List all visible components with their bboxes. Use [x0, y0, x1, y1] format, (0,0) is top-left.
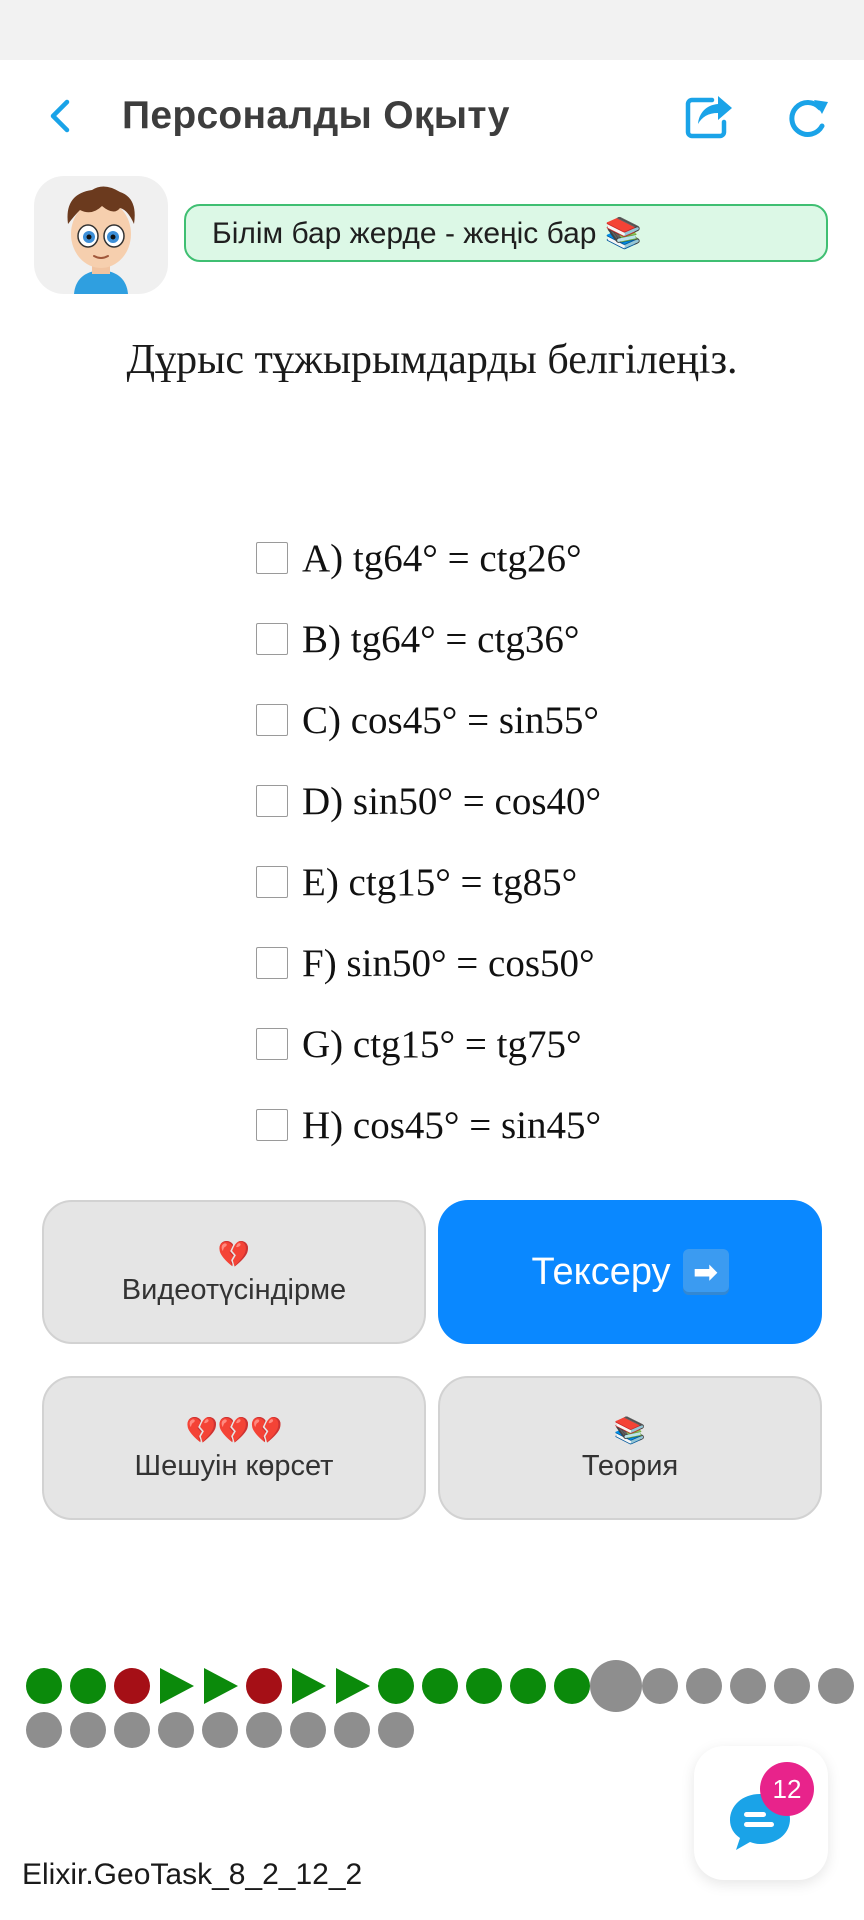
option-label: A) tg64° = ctg26°: [302, 536, 582, 580]
checkbox[interactable]: [256, 947, 288, 979]
check-label-wrap: Тексеру ➡: [531, 1249, 729, 1295]
progress-skipped-triangle: [204, 1668, 238, 1704]
progress-dot-correct: [70, 1668, 106, 1704]
question-text: Дұрыс тұжырымдарды белгілеңіз.: [126, 337, 738, 383]
progress-dot-pending: [730, 1668, 766, 1704]
option-a[interactable]: A) tg64° = ctg26°: [256, 528, 582, 588]
option-label: G) ctg15° = tg75°: [302, 1022, 582, 1066]
motto-banner: Білім бар жерде - жеңіс бар 📚: [184, 204, 828, 262]
option-label: H) cos45° = sin45°: [302, 1103, 602, 1147]
broken-heart-icon: 💔: [217, 1238, 251, 1269]
checkbox[interactable]: [256, 623, 288, 655]
chevron-left-icon: [50, 99, 70, 133]
theory-button[interactable]: 📚 Теория: [438, 1376, 822, 1520]
checkbox[interactable]: [256, 1109, 288, 1141]
option-b[interactable]: B) tg64° = ctg36°: [256, 609, 579, 669]
check-button[interactable]: Тексеру ➡: [438, 1200, 822, 1344]
progress-dot-correct: [510, 1668, 546, 1704]
progress-dot-correct: [466, 1668, 502, 1704]
progress-dot-pending: [70, 1712, 106, 1748]
status-bar: [0, 0, 864, 60]
video-explanation-button[interactable]: 💔 Видеотүсіндірме: [42, 1200, 426, 1344]
progress-dot-pending: [642, 1668, 678, 1704]
progress-dot-pending: [378, 1712, 414, 1748]
progress-dot-current: [590, 1660, 642, 1712]
progress-dot-pending: [818, 1668, 854, 1704]
check-label: Тексеру: [531, 1250, 671, 1293]
progress-skipped-triangle: [336, 1668, 370, 1704]
option-c[interactable]: C) cos45° = sin55°: [256, 690, 599, 750]
checkbox[interactable]: [256, 542, 288, 574]
option-label: B) tg64° = ctg36°: [302, 617, 580, 661]
progress-dot-pending: [774, 1668, 810, 1704]
progress-dot-pending: [26, 1712, 62, 1748]
checkbox[interactable]: [256, 1028, 288, 1060]
refresh-button[interactable]: [780, 92, 834, 142]
progress-dot-pending: [290, 1712, 326, 1748]
avatar: [34, 176, 168, 294]
progress-dot-correct: [554, 1668, 590, 1704]
arrow-right-icon: ➡: [682, 1249, 729, 1295]
notification-badge: 12: [760, 1762, 814, 1816]
header: Персоналды Оқыту: [0, 60, 864, 170]
books-icon: 📚: [613, 1414, 647, 1445]
option-h[interactable]: H) cos45° = sin45°: [256, 1095, 601, 1155]
option-label: D) sin50° = cos40°: [302, 779, 602, 823]
broken-hearts-icon: 💔💔💔: [185, 1414, 283, 1445]
option-label: C) cos45° = sin55°: [302, 698, 599, 742]
option-label: F) sin50° = cos50°: [302, 941, 595, 985]
back-button[interactable]: [38, 94, 82, 138]
progress-dot-correct: [378, 1668, 414, 1704]
boy-avatar-icon: [67, 186, 135, 294]
progress-dot-pending: [686, 1668, 722, 1704]
progress-dot-pending: [202, 1712, 238, 1748]
progress-dot-pending: [334, 1712, 370, 1748]
option-f[interactable]: F) sin50° = cos50°: [256, 933, 595, 993]
checkbox[interactable]: [256, 704, 288, 736]
chat-button[interactable]: 12: [694, 1746, 828, 1880]
progress-skipped-triangle: [160, 1668, 194, 1704]
share-icon: [685, 96, 732, 139]
progress-dot-correct: [422, 1668, 458, 1704]
option-label: E) ctg15° = tg85°: [302, 860, 578, 904]
option-g[interactable]: G) ctg15° = tg75°: [256, 1014, 582, 1074]
show-solution-label: Шешуін көрсет: [134, 1449, 334, 1482]
progress-dot-pending: [114, 1712, 150, 1748]
progress-dot-pending: [246, 1712, 282, 1748]
theory-label: Теория: [581, 1449, 679, 1482]
option-d[interactable]: D) sin50° = cos40°: [256, 771, 601, 831]
progress-dot-correct: [26, 1668, 62, 1704]
show-solution-button[interactable]: 💔💔💔 Шешуін көрсет: [42, 1376, 426, 1520]
option-e[interactable]: E) ctg15° = tg85°: [256, 852, 577, 912]
video-explanation-label: Видеотүсіндірме: [121, 1273, 347, 1306]
progress-dot-pending: [158, 1712, 194, 1748]
progress-skipped-triangle: [292, 1668, 326, 1704]
page-title: Персоналды Оқыту: [122, 94, 510, 137]
progress-dot-wrong: [246, 1668, 282, 1704]
refresh-icon: [789, 99, 828, 137]
checkbox[interactable]: [256, 785, 288, 817]
progress-dot-wrong: [114, 1668, 150, 1704]
share-button[interactable]: [682, 92, 736, 142]
task-id: Elixir.GeoTask_8_2_12_2: [22, 1858, 363, 1891]
checkbox[interactable]: [256, 866, 288, 898]
